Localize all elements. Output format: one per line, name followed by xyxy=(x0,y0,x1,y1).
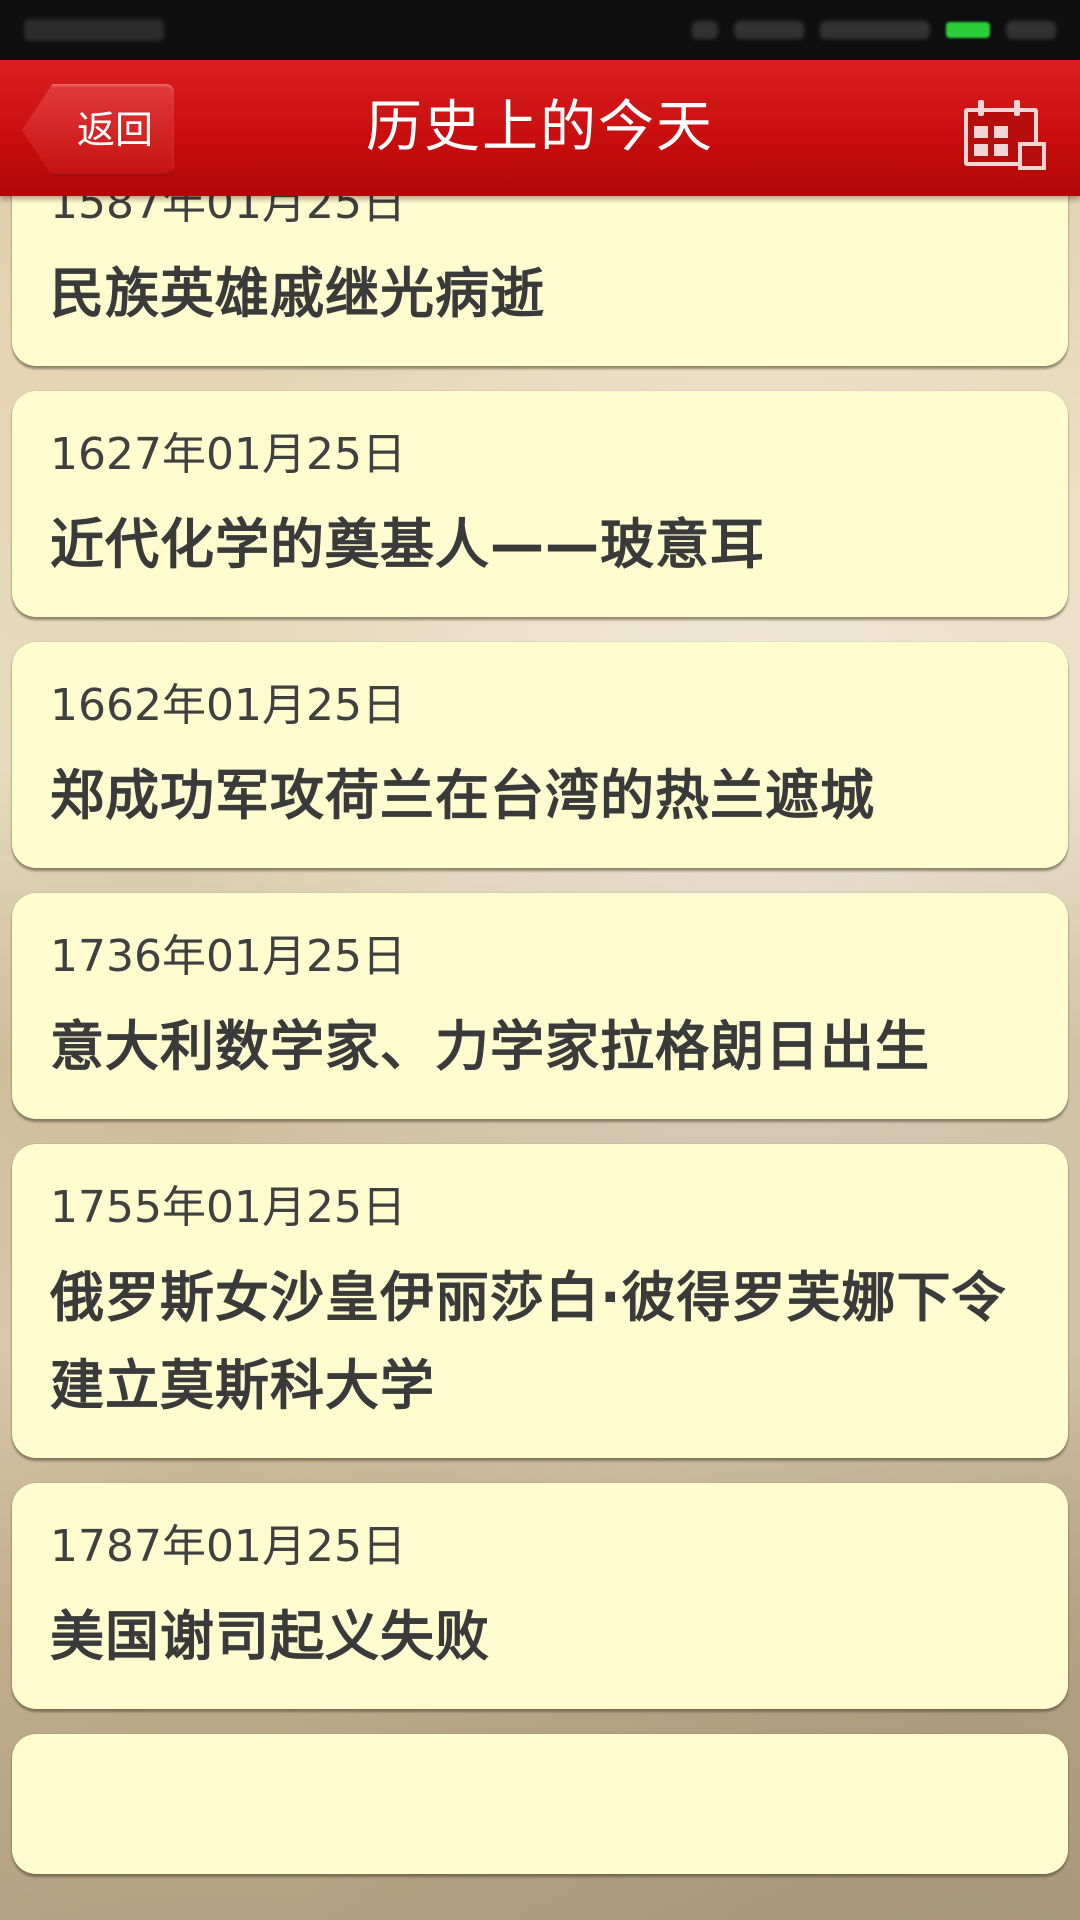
event-title: 民族英雄戚继光病逝 xyxy=(50,262,545,325)
event-card[interactable]: 1587年01月25日 民族英雄戚继光病逝 xyxy=(12,196,1068,366)
signal-icon xyxy=(692,21,718,39)
event-list[interactable]: 1587年01月25日 民族英雄戚继光病逝 1627年01月25日 近代化学的奠… xyxy=(0,196,1080,1920)
event-title: 俄罗斯女沙皇伊丽莎白·彼得罗芙娜下令建立莫斯科大学 xyxy=(50,1266,1007,1417)
event-date: 1627年01月25日 xyxy=(50,429,406,480)
event-card[interactable]: 1787年01月25日 美国谢司起义失败 xyxy=(12,1483,1068,1709)
calendar-button[interactable] xyxy=(964,100,1046,170)
calendar-ring-icon xyxy=(978,100,984,116)
calendar-cell-icon xyxy=(994,126,1008,138)
event-track: 1587年01月25日 民族英雄戚继光病逝 1627年01月25日 近代化学的奠… xyxy=(0,196,1080,1874)
status-bar xyxy=(0,0,1080,60)
network-icon xyxy=(734,21,804,39)
calendar-cell-icon xyxy=(974,144,988,156)
event-card[interactable]: 1736年01月25日 意大利数学家、力学家拉格朗日出生 xyxy=(12,893,1068,1119)
calendar-cell-icon xyxy=(974,126,988,138)
event-card-partial[interactable] xyxy=(12,1734,1068,1874)
event-date: 1736年01月25日 xyxy=(50,931,406,982)
event-card[interactable]: 1755年01月25日 俄罗斯女沙皇伊丽莎白·彼得罗芙娜下令建立莫斯科大学 xyxy=(12,1144,1068,1458)
event-date: 1662年01月25日 xyxy=(50,680,406,731)
status-icons xyxy=(692,21,1056,39)
status-clock-blurred xyxy=(1006,21,1056,39)
battery-icon xyxy=(946,22,990,38)
event-date: 1755年01月25日 xyxy=(50,1182,406,1233)
event-card[interactable]: 1662年01月25日 郑成功军攻荷兰在台湾的热兰遮城 xyxy=(12,642,1068,868)
status-time-blurred xyxy=(24,19,164,41)
carrier-icon xyxy=(820,21,930,39)
event-card[interactable]: 1627年01月25日 近代化学的奠基人——玻意耳 xyxy=(12,391,1068,617)
event-date: 1787年01月25日 xyxy=(50,1521,406,1572)
event-title: 近代化学的奠基人——玻意耳 xyxy=(50,513,765,576)
event-title: 郑成功军攻荷兰在台湾的热兰遮城 xyxy=(50,764,875,827)
calendar-page-icon xyxy=(1018,142,1046,170)
calendar-ring-icon xyxy=(1014,100,1020,116)
calendar-cell-icon xyxy=(994,144,1008,156)
event-title: 美国谢司起义失败 xyxy=(50,1605,490,1668)
page-title: 历史上的今天 xyxy=(366,95,714,160)
event-date: 1587年01月25日 xyxy=(50,196,406,229)
app-header: 返回 历史上的今天 xyxy=(0,60,1080,196)
event-title: 意大利数学家、力学家拉格朗日出生 xyxy=(50,1015,930,1078)
